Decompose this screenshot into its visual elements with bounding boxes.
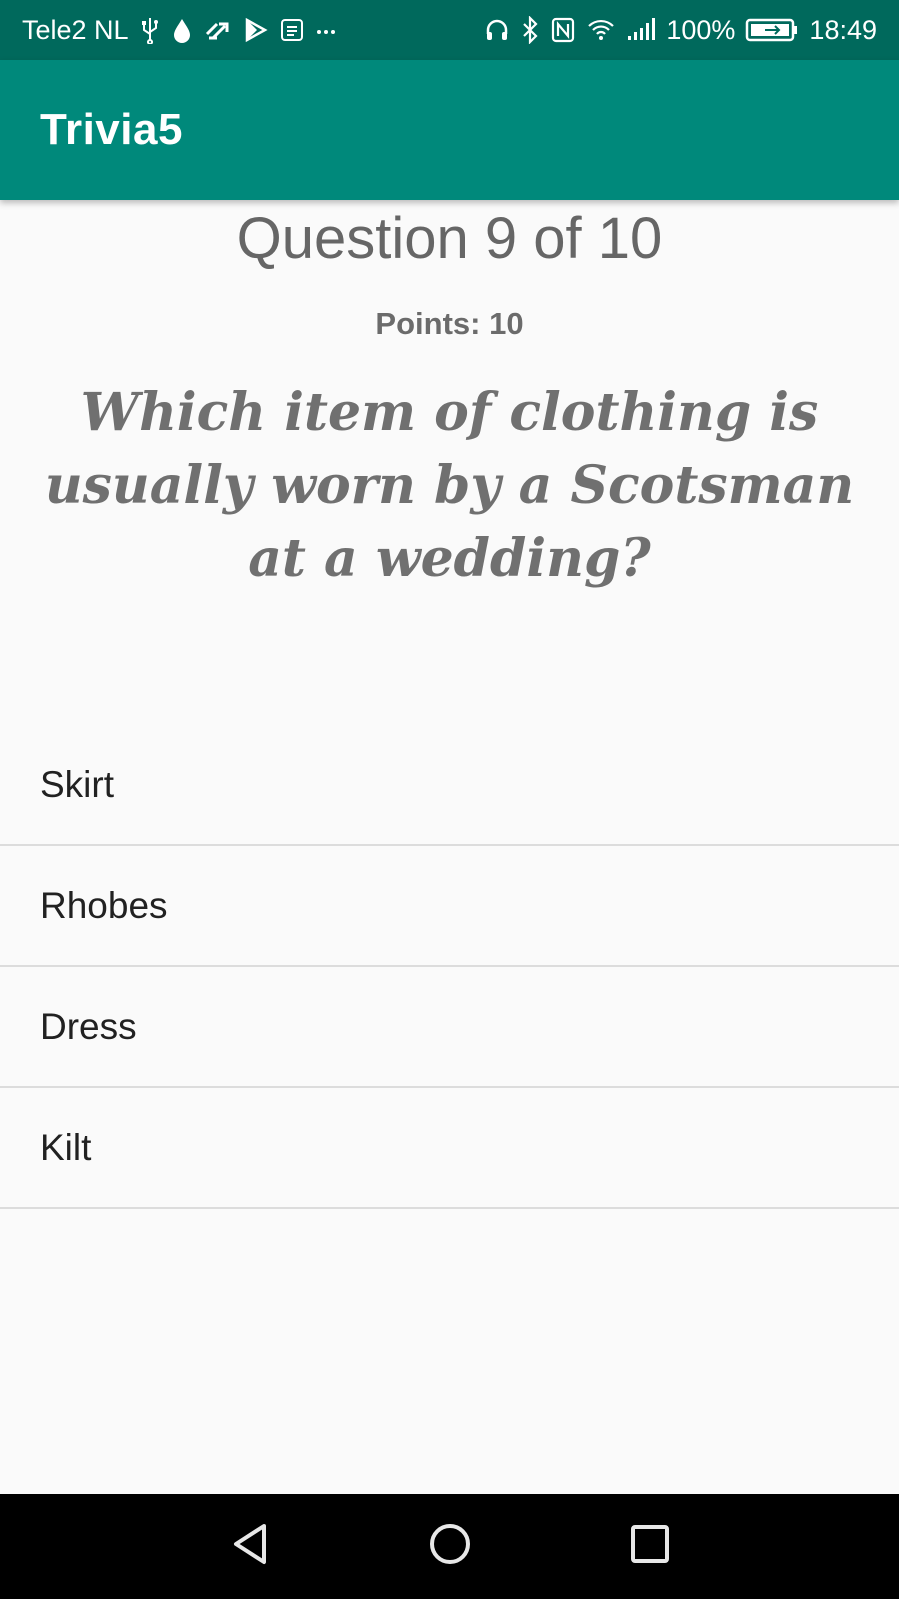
clock-label: 18:49 bbox=[809, 14, 877, 45]
home-button[interactable] bbox=[390, 1494, 510, 1599]
battery-icon bbox=[745, 16, 799, 44]
drop-icon bbox=[171, 16, 193, 44]
app-title: Trivia5 bbox=[40, 105, 183, 154]
sync-icon bbox=[203, 16, 233, 44]
back-button[interactable] bbox=[190, 1494, 310, 1599]
usb-icon bbox=[139, 16, 161, 44]
answer-option-kilt[interactable]: Kilt bbox=[0, 1088, 899, 1209]
question-counter: Question 9 of 10 bbox=[236, 206, 663, 271]
status-left: Tele2 NL bbox=[22, 15, 337, 46]
signal-icon bbox=[626, 16, 656, 44]
status-right: 100% 18:49 bbox=[484, 15, 877, 46]
recents-icon bbox=[629, 1523, 671, 1570]
question-text: Which item of clothing is usually worn b… bbox=[44, 382, 855, 589]
points-label: Points: 10 bbox=[375, 306, 524, 341]
wifi-icon bbox=[586, 16, 616, 44]
navigation-bar bbox=[0, 1494, 899, 1599]
carrier-label: Tele2 NL bbox=[22, 14, 129, 45]
status-bar: Tele2 NL 100% 18:49 bbox=[0, 0, 899, 60]
nfc-icon bbox=[550, 16, 576, 44]
answer-option-dress[interactable]: Dress bbox=[0, 967, 899, 1088]
answer-list: Skirt Rhobes Dress Kilt bbox=[0, 725, 899, 1209]
answer-option-rhobes[interactable]: Rhobes bbox=[0, 846, 899, 967]
home-icon bbox=[427, 1521, 473, 1572]
more-icon bbox=[315, 16, 337, 44]
recents-button[interactable] bbox=[590, 1494, 710, 1599]
app-bar: Trivia5 bbox=[0, 60, 899, 200]
answer-option-skirt[interactable]: Skirt bbox=[0, 725, 899, 846]
play-store-icon bbox=[243, 16, 269, 44]
back-icon bbox=[228, 1520, 272, 1573]
headphones-icon bbox=[484, 16, 510, 44]
notes-icon bbox=[279, 16, 305, 44]
bluetooth-icon bbox=[520, 16, 540, 44]
battery-label: 100% bbox=[666, 14, 736, 45]
